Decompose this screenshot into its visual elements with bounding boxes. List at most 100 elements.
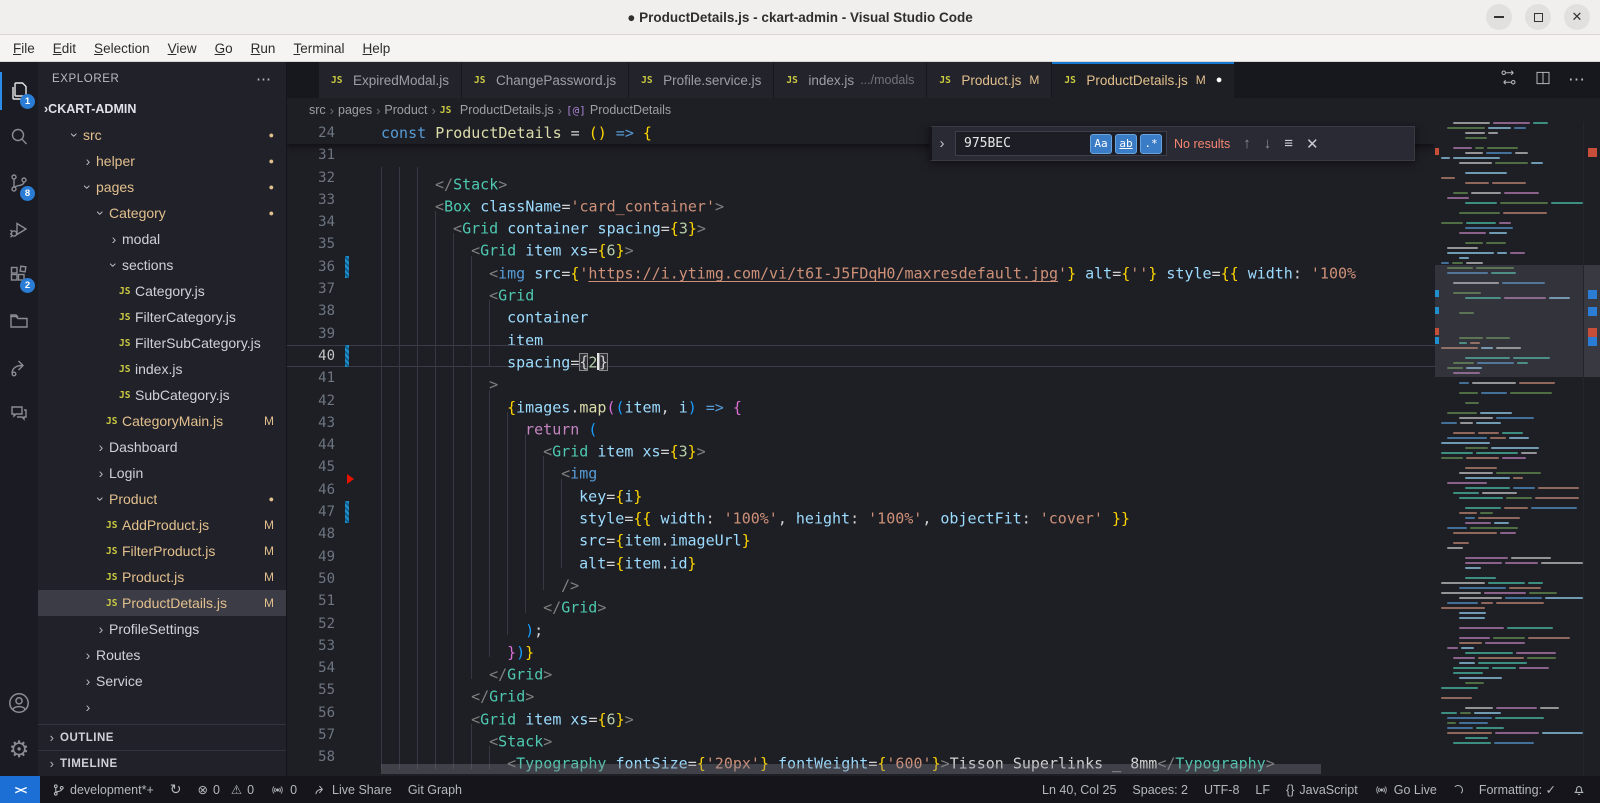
tree-folder-Service[interactable]: ›Service xyxy=(38,668,286,694)
eol[interactable]: LF xyxy=(1255,783,1270,797)
code-line-52[interactable]: 52); xyxy=(287,613,1435,635)
menu-item-selection[interactable]: Selection xyxy=(85,37,159,60)
tree-folder-helper[interactable]: ›helper● xyxy=(38,148,286,174)
tree-folder-src[interactable]: ›src● xyxy=(38,122,286,148)
tree-folder-Login[interactable]: ›Login xyxy=(38,460,286,486)
match-case-toggle[interactable]: Aa xyxy=(1090,134,1112,154)
tree-file-ProductDetails.js[interactable]: JSProductDetails.jsM xyxy=(38,590,286,616)
line-number[interactable]: 37 xyxy=(287,278,335,300)
code-line-41[interactable]: 41> xyxy=(287,367,1435,389)
find-previous-icon[interactable]: ↑ xyxy=(1243,135,1251,152)
tree-file-index.js[interactable]: JSindex.js xyxy=(38,356,286,382)
code-line-45[interactable]: 45<img xyxy=(287,456,1435,478)
breadcrumb-item[interactable]: Product xyxy=(384,103,427,117)
regex-toggle[interactable]: .* xyxy=(1140,134,1162,154)
code-line-57[interactable]: 57<Stack> xyxy=(287,724,1435,746)
remote-indicator[interactable]: >< xyxy=(0,776,40,803)
tree-folder-sections[interactable]: ›sections xyxy=(38,252,286,278)
line-number[interactable]: 47 xyxy=(287,501,335,523)
language-mode[interactable]: {}JavaScript xyxy=(1286,783,1358,797)
tree-folder-Product[interactable]: ›Product● xyxy=(38,486,286,512)
workspace-root[interactable]: › CKART-ADMIN xyxy=(38,96,286,122)
code-line-34[interactable]: 34<Grid container spacing={3}> xyxy=(287,211,1435,233)
minimize-button[interactable] xyxy=(1486,4,1512,30)
line-number[interactable]: 49 xyxy=(287,546,335,568)
overview-ruler[interactable] xyxy=(1583,122,1600,776)
dirty-dot-icon[interactable]: ● xyxy=(1216,74,1223,86)
indentation[interactable]: Spaces: 2 xyxy=(1132,783,1188,797)
line-number[interactable]: 50 xyxy=(287,568,335,590)
code-line-53[interactable]: 53})} xyxy=(287,635,1435,657)
code-line-32[interactable]: 32</Stack> xyxy=(287,167,1435,189)
find-in-selection-icon[interactable]: ≡ xyxy=(1284,135,1293,152)
close-button[interactable]: ✕ xyxy=(1564,4,1590,30)
line-number[interactable]: 42 xyxy=(287,390,335,412)
find-next-icon[interactable]: ↓ xyxy=(1264,135,1272,152)
line-number[interactable]: 33 xyxy=(287,189,335,211)
line-number[interactable]: 36 xyxy=(287,256,335,278)
run-debug-icon[interactable] xyxy=(0,206,38,252)
split-editor-icon[interactable] xyxy=(1534,69,1552,92)
source-control-icon[interactable]: 8 xyxy=(0,160,38,206)
code-line-37[interactable]: 37<Grid xyxy=(287,278,1435,300)
files-icon[interactable]: 1 xyxy=(0,68,38,114)
code-line-44[interactable]: 44<Grid item xs={3}> xyxy=(287,434,1435,456)
search-icon[interactable] xyxy=(0,114,38,160)
line-number[interactable]: 40 xyxy=(287,345,335,367)
code-line-56[interactable]: 56<Grid item xs={6}> xyxy=(287,702,1435,724)
line-number[interactable]: 55 xyxy=(287,679,335,701)
line-number[interactable]: 38 xyxy=(287,300,335,322)
encoding[interactable]: UTF-8 xyxy=(1204,783,1239,797)
code-line-49[interactable]: 49alt={item.id} xyxy=(287,546,1435,568)
menu-item-view[interactable]: View xyxy=(159,37,206,60)
tab-ChangePassword.js[interactable]: JSChangePassword.js xyxy=(462,62,629,98)
line-number[interactable]: 41 xyxy=(287,367,335,389)
find-input[interactable]: 975BEC Aaab.* xyxy=(955,131,1167,156)
menu-item-file[interactable]: File xyxy=(4,37,44,60)
tab-ProductDetails.js[interactable]: JSProductDetails.jsM● xyxy=(1052,62,1235,98)
tree-file-SubCategory.js[interactable]: JSSubCategory.js xyxy=(38,382,286,408)
settings-icon[interactable]: ⚙ xyxy=(0,726,38,772)
menu-item-terminal[interactable]: Terminal xyxy=(284,37,353,60)
code-line-42[interactable]: 42{images.map((item, i) => { xyxy=(287,390,1435,412)
folder-library-icon[interactable] xyxy=(0,298,38,344)
tree-file-FilterCategory.js[interactable]: JSFilterCategory.js xyxy=(38,304,286,330)
breadcrumb-item[interactable]: pages xyxy=(338,103,372,117)
tree-file-Product.js[interactable]: JSProduct.jsM xyxy=(38,564,286,590)
tab-Product.js[interactable]: JSProduct.jsM xyxy=(927,62,1052,98)
line-number[interactable]: 46 xyxy=(287,479,335,501)
line-number[interactable]: 56 xyxy=(287,702,335,724)
line-number[interactable]: 31 xyxy=(287,144,335,166)
line-number[interactable]: 52 xyxy=(287,613,335,635)
tree-folder-partial[interactable]: › xyxy=(38,694,286,720)
panel-timeline[interactable]: ›TIMELINE xyxy=(38,750,286,776)
line-number[interactable]: 44 xyxy=(287,434,335,456)
tree-folder-Category[interactable]: ›Category● xyxy=(38,200,286,226)
panel-outline[interactable]: ›OUTLINE xyxy=(38,724,286,750)
notifications[interactable] xyxy=(1572,782,1586,797)
code-line-36[interactable]: 36<img src={'https://i.ytimg.com/vi/t6I-… xyxy=(287,256,1435,278)
code-line-55[interactable]: 55</Grid> xyxy=(287,679,1435,701)
code-line-48[interactable]: 48src={item.imageUrl} xyxy=(287,523,1435,545)
live-share-icon[interactable] xyxy=(0,344,38,390)
restore-button[interactable] xyxy=(1525,4,1551,30)
menu-item-edit[interactable]: Edit xyxy=(44,37,85,60)
background-task[interactable] xyxy=(1453,785,1463,795)
tree-folder-modal[interactable]: ›modal xyxy=(38,226,286,252)
cursor-position[interactable]: Ln 40, Col 25 xyxy=(1042,783,1116,797)
tree-file-FilterProduct.js[interactable]: JSFilterProduct.jsM xyxy=(38,538,286,564)
menu-item-help[interactable]: Help xyxy=(353,37,399,60)
account-icon[interactable] xyxy=(0,680,38,726)
code-line-47[interactable]: 47style={{ width: '100%', height: '100%'… xyxy=(287,501,1435,523)
tree-folder-ProfileSettings[interactable]: ›ProfileSettings xyxy=(38,616,286,642)
git-branch[interactable]: development*+ xyxy=(52,783,154,797)
formatting[interactable]: Formatting: ✓ xyxy=(1479,782,1556,797)
tree-folder-Routes[interactable]: ›Routes xyxy=(38,642,286,668)
horizontal-scrollbar[interactable] xyxy=(381,764,1321,774)
git-graph[interactable]: Git Graph xyxy=(408,783,462,797)
line-number[interactable]: 57 xyxy=(287,724,335,746)
tab-ExpiredModal.js[interactable]: JSExpiredModal.js xyxy=(319,62,462,98)
toggle-replace-icon[interactable]: › xyxy=(936,135,948,152)
live-share[interactable]: Live Share xyxy=(313,783,392,797)
code-editor[interactable]: 24const ProductDetails = () => {3132</St… xyxy=(287,122,1600,776)
